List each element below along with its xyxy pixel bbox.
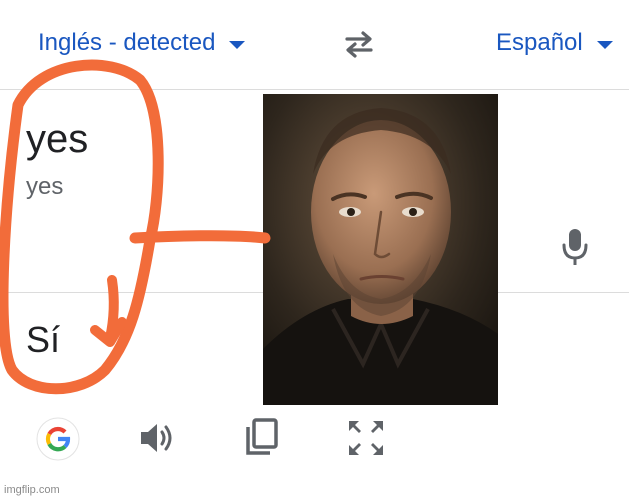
google-logo-button[interactable] xyxy=(36,417,80,461)
copy-icon xyxy=(246,418,278,455)
fullscreen-icon xyxy=(349,421,383,455)
google-logo-icon xyxy=(36,417,80,461)
orange-annotation-scribble xyxy=(0,59,271,395)
listen-button[interactable] xyxy=(138,420,178,456)
fullscreen-button[interactable] xyxy=(346,418,386,458)
copy-button[interactable] xyxy=(242,417,280,459)
imgflip-watermark: imgflip.com xyxy=(4,484,60,496)
speaker-icon xyxy=(141,424,172,452)
